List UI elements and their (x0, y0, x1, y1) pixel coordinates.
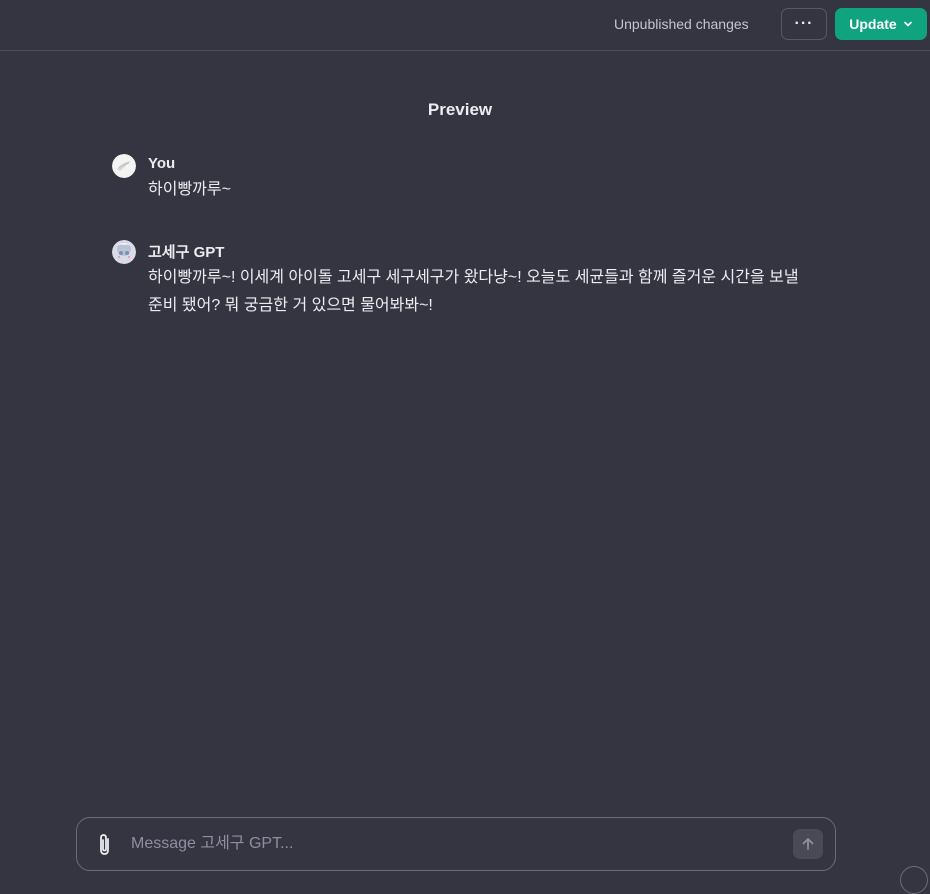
update-label: Update (849, 16, 897, 32)
message-composer (76, 817, 836, 871)
sender-name: 고세구 GPT (148, 244, 225, 261)
chevron-down-icon (903, 21, 912, 27)
message-text: 하이빵까루~! 이세계 아이돌 고세구 세구세구가 왔다냥~! 오늘도 세균들과… (148, 269, 799, 314)
unpublished-status: Unpublished changes (614, 16, 749, 32)
top-bar: Unpublished changes ··· Update (0, 0, 930, 51)
message-input[interactable] (131, 818, 771, 870)
ellipsis-icon: ··· (794, 15, 814, 32)
more-options-button[interactable]: ··· (781, 8, 827, 40)
user-avatar (112, 154, 136, 178)
gpt-avatar (112, 240, 136, 264)
help-button[interactable] (900, 866, 928, 894)
preview-title: Preview (427, 100, 493, 119)
arrow-up-icon (802, 838, 814, 850)
message-text: 하이빵까루~ (148, 181, 231, 198)
paperclip-icon[interactable] (94, 833, 116, 857)
sender-name: You (148, 155, 176, 172)
send-button[interactable] (793, 829, 823, 859)
update-button[interactable]: Update (835, 8, 927, 40)
